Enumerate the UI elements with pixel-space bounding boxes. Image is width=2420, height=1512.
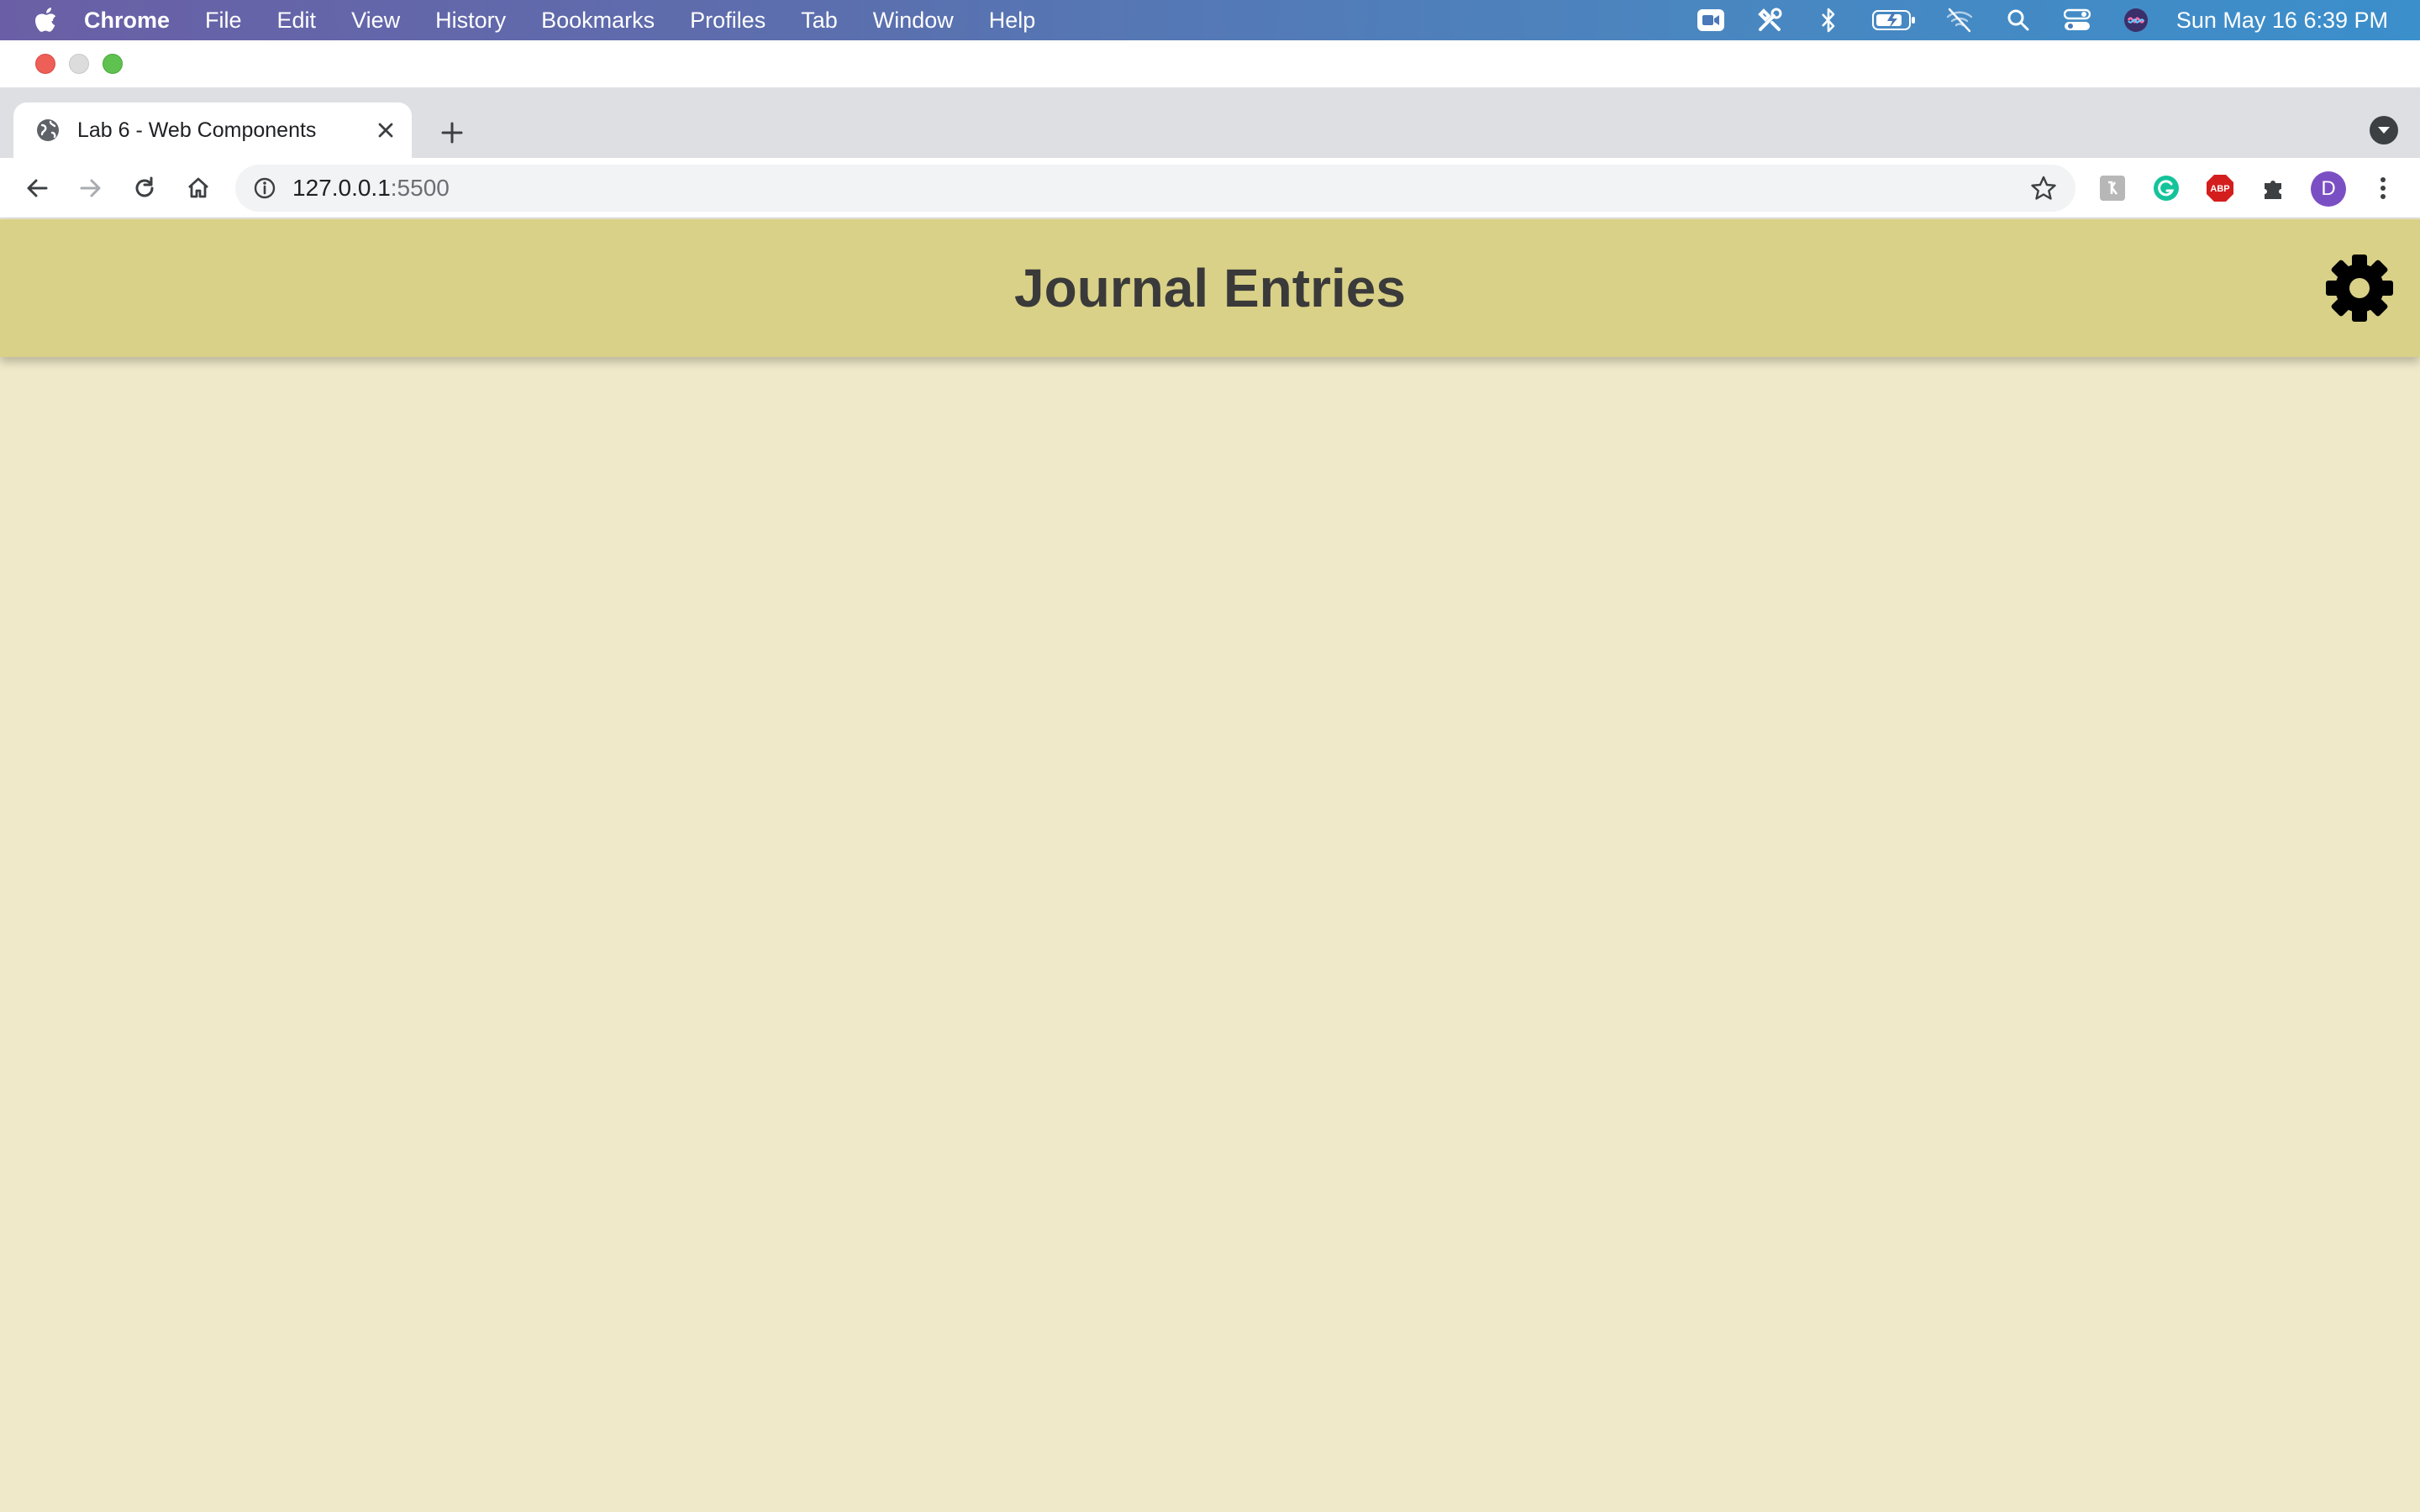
window-zoom-button[interactable] — [103, 54, 123, 74]
url-text[interactable]: 127.0.0.1:5500 — [292, 175, 450, 202]
reload-icon[interactable] — [128, 171, 161, 205]
menu-tab[interactable]: Tab — [801, 8, 838, 34]
menu-window[interactable]: Window — [873, 8, 954, 34]
back-arrow-icon[interactable] — [20, 171, 54, 205]
tools-icon[interactable] — [1754, 5, 1785, 35]
wifi-off-icon[interactable] — [1944, 5, 1975, 35]
status-area: Sun May 16 6:39 PM — [1667, 0, 2388, 40]
chrome-menu-icon[interactable] — [2368, 173, 2398, 203]
settings-gear-icon[interactable] — [2324, 253, 2395, 323]
extension-gray-icon[interactable] — [2097, 173, 2128, 203]
browser-toolbar: 127.0.0.1:5500 ABP D — [0, 158, 2420, 218]
grammarly-icon[interactable] — [2151, 173, 2181, 203]
address-bar[interactable]: 127.0.0.1:5500 — [235, 165, 2075, 212]
url-port: :5500 — [390, 175, 450, 201]
menu-file[interactable]: File — [205, 8, 242, 34]
macos-menu-bar: Chrome File Edit View History Bookmarks … — [0, 0, 2420, 40]
menu-help[interactable]: Help — [989, 8, 1036, 34]
control-center-icon[interactable] — [2062, 5, 2092, 35]
menu-history[interactable]: History — [435, 8, 506, 34]
forward-arrow-icon[interactable] — [74, 171, 108, 205]
menu-app-name[interactable]: Chrome — [84, 8, 170, 34]
bluetooth-icon[interactable] — [1813, 5, 1844, 35]
adblock-label: ABP — [2210, 184, 2229, 194]
window-titlebar — [0, 40, 2420, 87]
menu-clock[interactable]: Sun May 16 6:39 PM — [2176, 8, 2388, 34]
url-host: 127.0.0.1 — [292, 175, 391, 201]
globe-icon — [35, 118, 60, 143]
home-icon[interactable] — [182, 171, 215, 205]
page-content: Journal Entries — [0, 219, 2420, 1512]
tab-title: Lab 6 - Web Components — [77, 118, 317, 142]
bookmark-star-icon[interactable] — [2030, 175, 2057, 202]
apple-icon[interactable] — [34, 6, 59, 34]
tab-active[interactable]: Lab 6 - Web Components — [13, 102, 412, 158]
profile-avatar[interactable]: D — [2311, 171, 2346, 207]
spotlight-icon[interactable] — [2003, 5, 2033, 35]
tab-strip: Lab 6 - Web Components — [0, 87, 2420, 158]
menu-bookmarks[interactable]: Bookmarks — [541, 8, 655, 34]
tab-close-icon[interactable] — [373, 118, 398, 143]
adblock-icon[interactable]: ABP — [2205, 173, 2235, 203]
menu-edit[interactable]: Edit — [277, 8, 317, 34]
tab-search-chevron-icon[interactable] — [2370, 116, 2398, 144]
menu-view[interactable]: View — [351, 8, 400, 34]
siri-icon[interactable] — [2121, 5, 2151, 35]
facetime-icon[interactable] — [1696, 5, 1726, 35]
window-minimize-button[interactable] — [69, 54, 89, 74]
page-header: Journal Entries — [0, 219, 2420, 357]
menu-profiles[interactable]: Profiles — [690, 8, 765, 34]
new-tab-plus-icon[interactable] — [435, 116, 469, 150]
puzzle-icon[interactable] — [2259, 173, 2289, 203]
site-info-icon[interactable] — [252, 176, 277, 201]
battery-icon[interactable] — [1871, 5, 1916, 35]
page-title: Journal Entries — [1014, 258, 1406, 318]
window-close-button[interactable] — [35, 54, 55, 74]
